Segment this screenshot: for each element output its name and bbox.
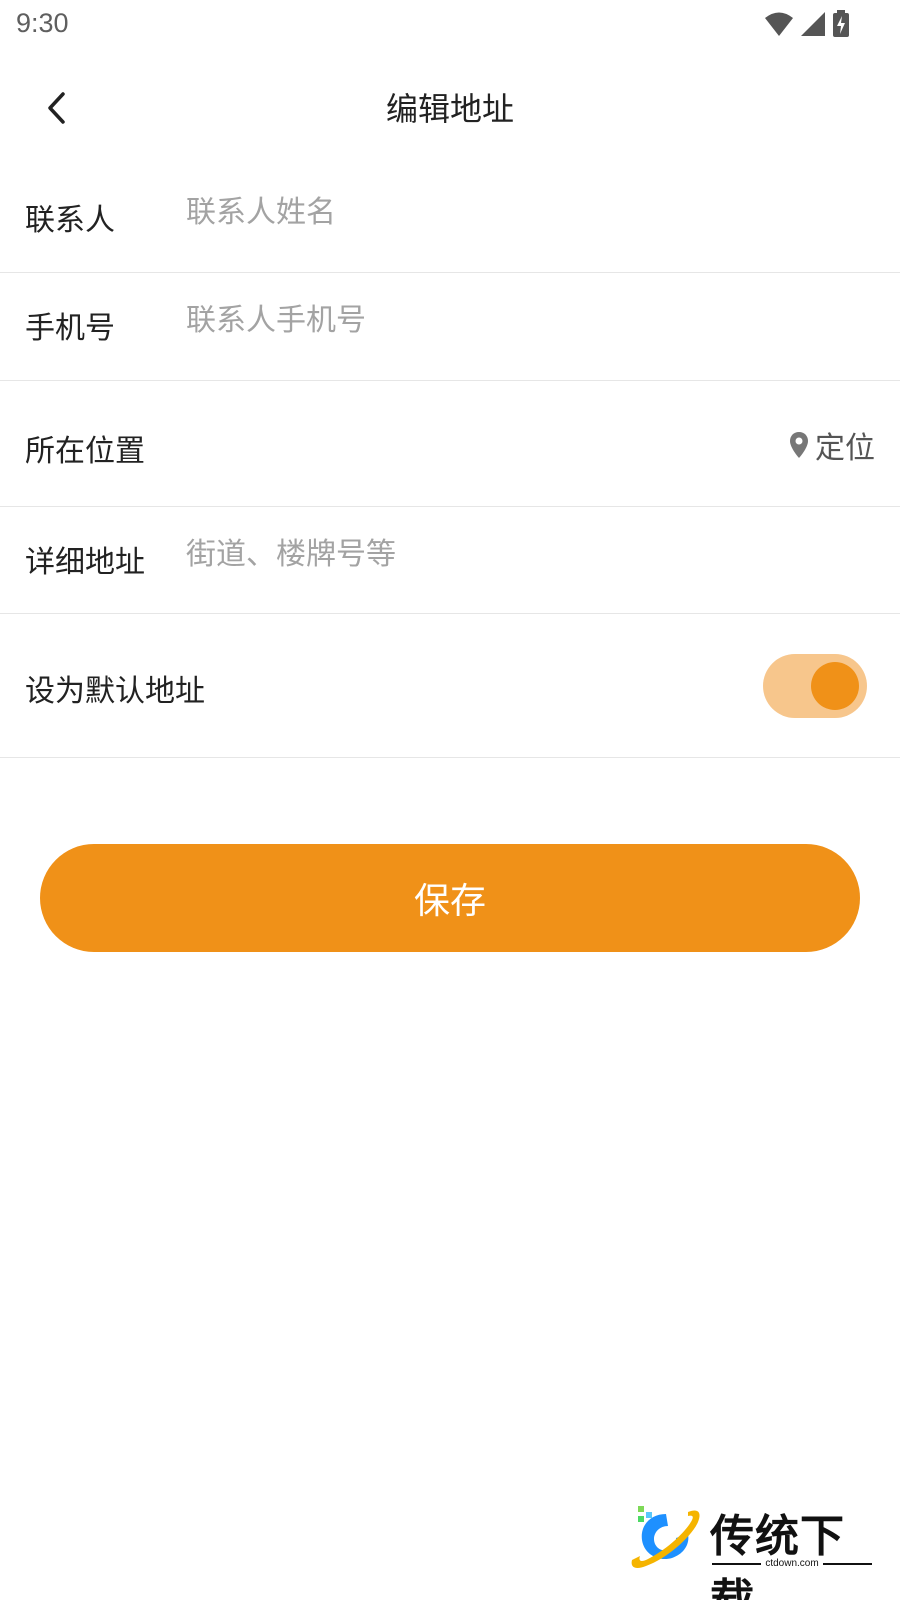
location-pin-icon bbox=[790, 432, 808, 458]
watermark-name: 传统下载 bbox=[710, 1511, 845, 1600]
watermark-line-left bbox=[712, 1562, 762, 1565]
cellular-signal-icon bbox=[801, 12, 825, 36]
wifi-icon bbox=[765, 12, 793, 36]
contact-row: 联系人 bbox=[0, 165, 900, 273]
status-time: 9:30 bbox=[16, 8, 69, 38]
contact-label: 联系人 bbox=[25, 203, 115, 238]
status-icons bbox=[764, 10, 850, 38]
detail-address-row: 详细地址 bbox=[0, 507, 900, 614]
toggle-knob bbox=[811, 662, 859, 710]
locate-button[interactable]: 定位 bbox=[789, 423, 875, 467]
detail-address-input[interactable] bbox=[186, 537, 880, 572]
address-form: 联系人 手机号 所在位置 定位 详细地址 设为默认地址 bbox=[0, 165, 900, 758]
battery-charging-icon bbox=[833, 10, 849, 37]
contact-name-input[interactable] bbox=[186, 195, 880, 230]
detail-address-label: 详细地址 bbox=[25, 545, 145, 580]
default-address-toggle[interactable] bbox=[763, 654, 867, 718]
phone-input[interactable] bbox=[186, 303, 880, 338]
default-address-label: 设为默认地址 bbox=[25, 674, 205, 709]
location-label: 所在位置 bbox=[25, 434, 145, 469]
watermark-logo-icon bbox=[631, 1506, 700, 1568]
phone-label: 手机号 bbox=[25, 311, 115, 346]
watermark-domain: ctdown.com bbox=[765, 1558, 819, 1569]
page-title: 编辑地址 bbox=[385, 90, 514, 128]
status-bar: 9:30 bbox=[0, 0, 900, 50]
watermark-line-right bbox=[822, 1562, 873, 1565]
locate-label: 定位 bbox=[815, 431, 875, 466]
location-row[interactable]: 所在位置 定位 bbox=[0, 381, 900, 507]
save-button[interactable]: 保存 bbox=[40, 844, 860, 952]
watermark: 传统下载 ctdown.com bbox=[628, 1500, 878, 1600]
default-address-row: 设为默认地址 bbox=[0, 614, 900, 758]
watermark-domain-row: ctdown.com bbox=[712, 1558, 873, 1569]
phone-row: 手机号 bbox=[0, 273, 900, 381]
app-bar: 编辑地址 bbox=[0, 60, 900, 150]
